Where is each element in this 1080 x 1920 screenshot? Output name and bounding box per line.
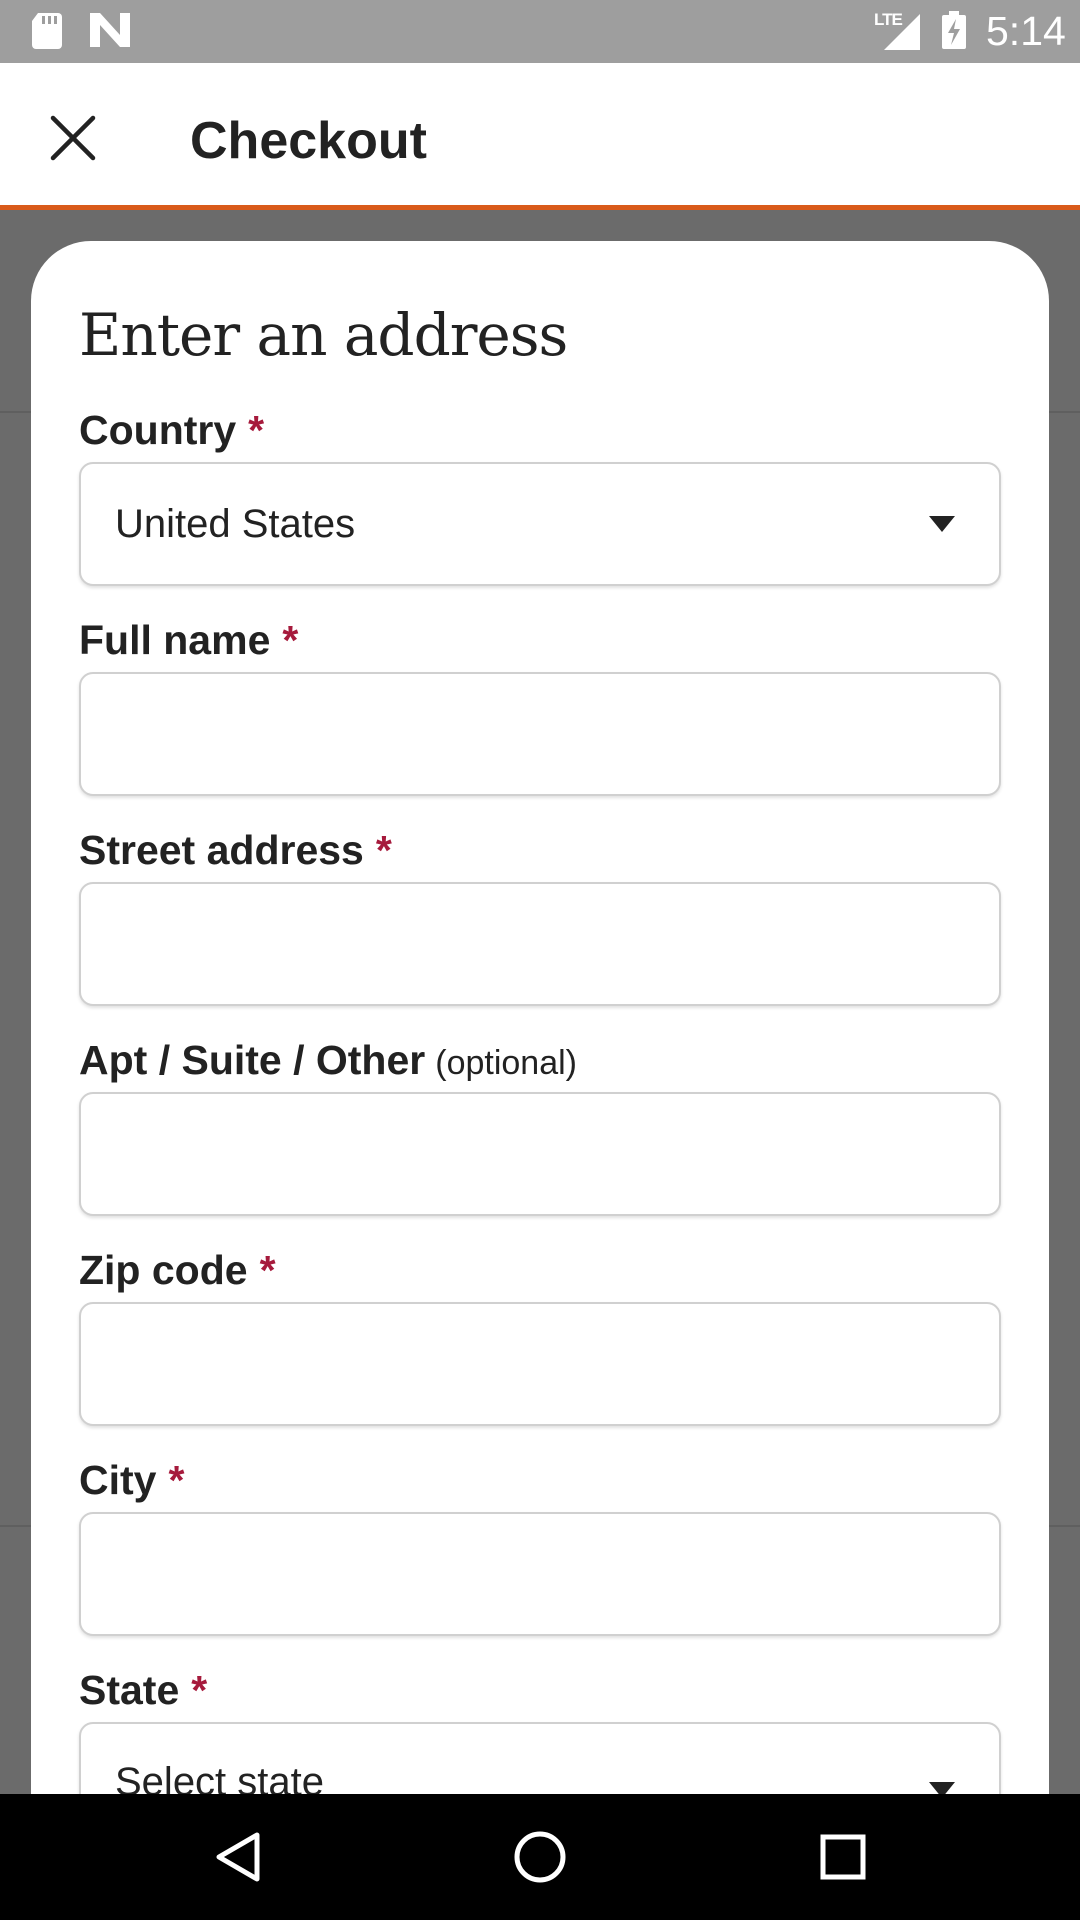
apt-label: Apt / Suite / Other (optional) [79,1037,577,1083]
recents-button[interactable] [806,1822,880,1892]
zip-code-label: Zip code * [79,1247,276,1293]
city-label: City * [79,1457,185,1503]
home-button[interactable] [503,1822,577,1892]
chevron-down-icon [929,516,955,532]
status-bar: LTE 5:14 [0,0,1080,63]
n-icon [90,13,130,47]
street-address-label: Street address * [79,827,392,873]
sd-card-icon [32,13,62,49]
signal-icon [884,14,920,50]
back-button[interactable] [200,1822,274,1892]
state-label: State * [79,1667,208,1713]
required-marker: * [248,407,265,453]
back-icon [216,1832,260,1882]
full-name-label: Full name * [79,617,299,663]
required-marker: * [191,1667,208,1713]
country-value: United States [115,501,356,546]
recents-icon [820,1834,866,1880]
close-icon [50,115,96,161]
home-icon [514,1831,566,1883]
street-address-input[interactable] [79,882,1001,1006]
apt-input[interactable] [79,1092,1001,1216]
address-sheet: Enter an address Country * United States … [31,241,1049,1886]
required-marker: * [282,617,299,663]
city-input[interactable] [79,1512,1001,1636]
required-marker: * [168,1457,185,1503]
required-marker: * [375,827,392,873]
battery-charging-icon [942,11,966,49]
sheet-title: Enter an address [79,301,568,369]
clock: 5:14 [986,8,1066,54]
close-button[interactable] [36,107,110,169]
app-bar: Checkout [0,63,1080,210]
country-select[interactable]: United States [79,462,1001,586]
full-name-input[interactable] [79,672,1001,796]
zip-code-input[interactable] [79,1302,1001,1426]
country-label: Country * [79,407,265,453]
navigation-bar [0,1794,1080,1920]
page-title: Checkout [190,112,427,170]
required-marker: * [259,1247,276,1293]
optional-hint: (optional) [435,1044,577,1082]
